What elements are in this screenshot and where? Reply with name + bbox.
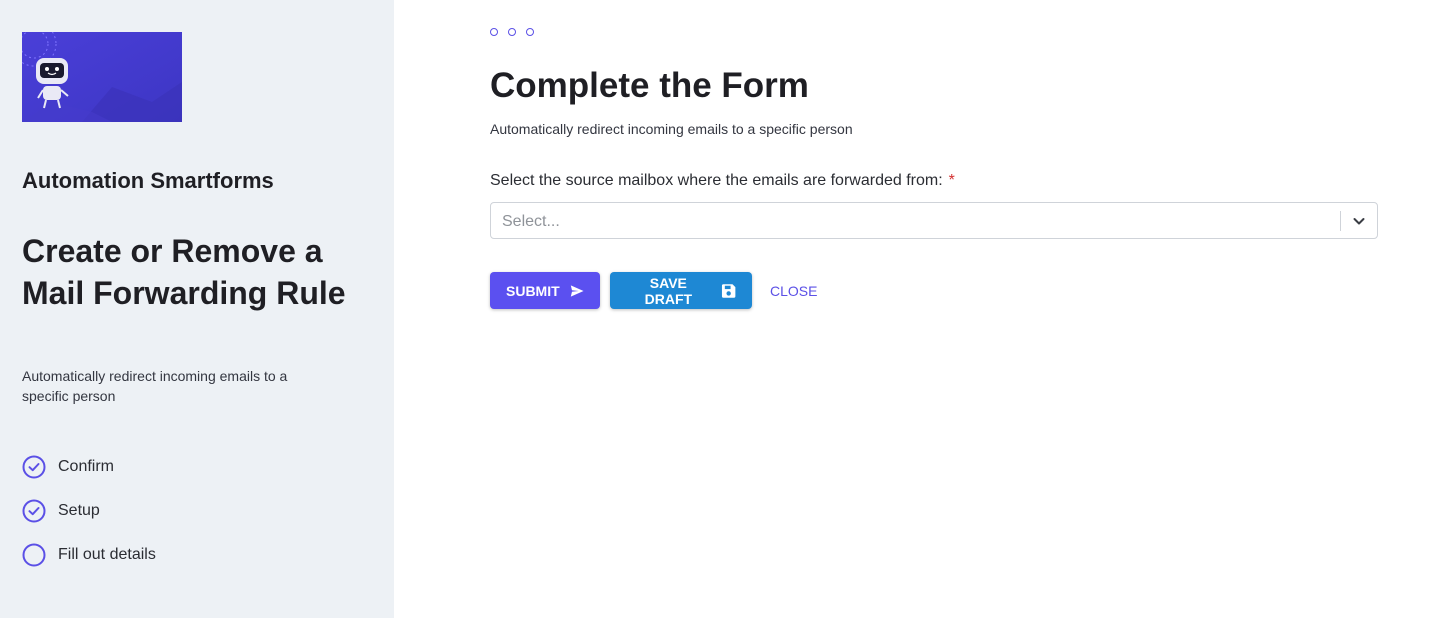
page-title: Complete the Form xyxy=(490,66,809,105)
steps-list: Confirm Setup Fill out details xyxy=(22,455,156,587)
submit-label: SUBMIT xyxy=(506,282,560,299)
check-circle-icon xyxy=(22,499,46,523)
sidebar-description: Automatically redirect incoming emails t… xyxy=(22,368,288,404)
step-setup: Setup xyxy=(22,499,156,523)
close-button[interactable]: CLOSE xyxy=(770,283,817,299)
required-marker: * xyxy=(948,172,955,189)
progress-dot xyxy=(526,28,534,36)
step-label: Fill out details xyxy=(58,546,156,563)
step-label: Confirm xyxy=(58,458,115,475)
progress-dots xyxy=(490,28,534,36)
field-label-text: Select the source mailbox where the emai… xyxy=(490,172,943,189)
progress-dot xyxy=(508,28,516,36)
source-mailbox-label: Select the source mailbox where the emai… xyxy=(490,172,955,190)
step-label: Setup xyxy=(58,502,100,519)
app-name: Automation Smartforms xyxy=(22,168,274,193)
select-placeholder: Select... xyxy=(502,213,560,230)
progress-dot xyxy=(490,28,498,36)
save-draft-button[interactable]: SAVE DRAFT xyxy=(610,272,752,309)
save-draft-label: SAVE DRAFT xyxy=(644,274,693,307)
floppy-disk-icon xyxy=(721,283,736,298)
main-panel: Complete the Form Automatically redirect… xyxy=(490,0,1390,618)
step-fill-out-details: Fill out details xyxy=(22,543,156,567)
form-actions: SUBMIT SAVE DRAFT CLOSE xyxy=(490,272,817,309)
step-confirm: Confirm xyxy=(22,455,156,479)
sidebar-title: Create or Remove a Mail Forwarding Rule xyxy=(22,233,346,311)
source-mailbox-select[interactable]: Select... xyxy=(490,202,1378,239)
empty-circle-icon xyxy=(22,543,46,567)
robot-logo xyxy=(22,32,182,122)
chevron-down-icon[interactable] xyxy=(1351,213,1367,229)
check-circle-icon xyxy=(22,455,46,479)
sidebar: Automation Smartforms Create or Remove a… xyxy=(0,0,394,618)
page-subtitle: Automatically redirect incoming emails t… xyxy=(490,121,853,137)
send-icon xyxy=(570,284,584,297)
select-separator xyxy=(1340,211,1341,231)
submit-button[interactable]: SUBMIT xyxy=(490,272,600,309)
